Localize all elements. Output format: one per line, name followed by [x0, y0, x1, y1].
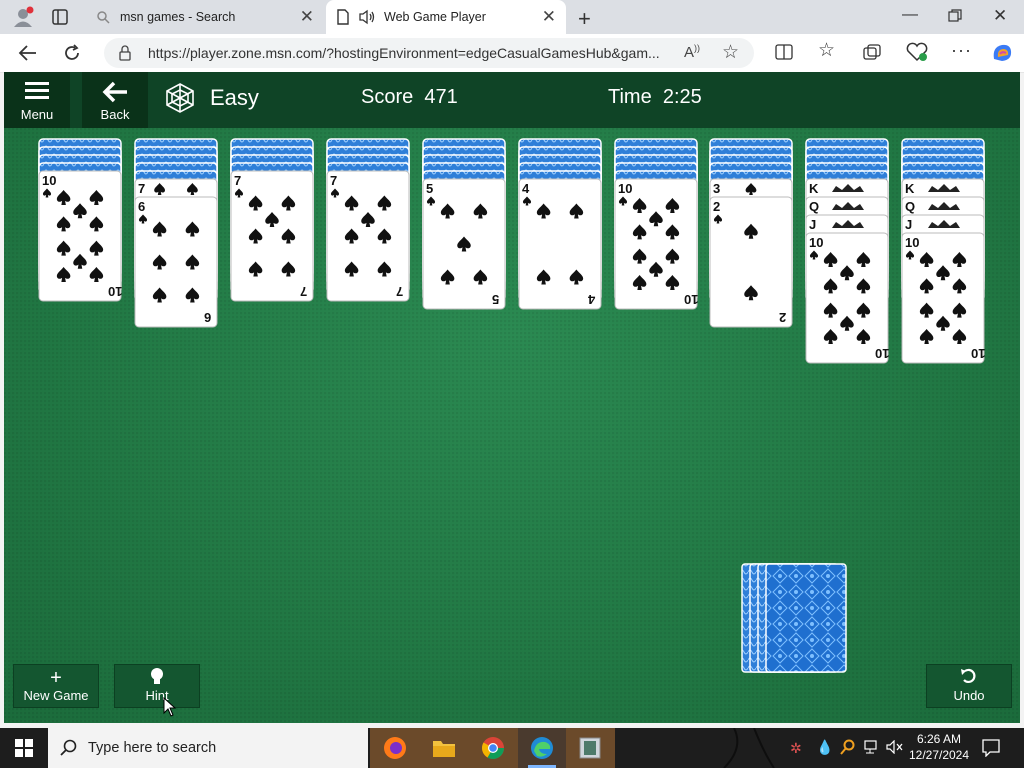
- close-window-icon[interactable]: ✕: [993, 6, 1007, 26]
- favorites-icon[interactable]: ☆: [818, 39, 835, 62]
- browser-tab-strip: msn games - Search ✕ Web Game Player ✕ +…: [0, 0, 1024, 34]
- mouse-cursor-icon: [163, 696, 177, 722]
- clock-date: 12/27/2024: [908, 748, 970, 762]
- taskbar: Type here to search ✲ 💧 6:26 AM 12/27/20…: [0, 728, 1024, 768]
- hint-button[interactable]: Hint: [114, 664, 200, 708]
- taskbar-search-box[interactable]: Type here to search: [48, 728, 368, 768]
- collections-icon[interactable]: [863, 44, 881, 65]
- windows-start-icon[interactable]: [15, 739, 33, 762]
- plus-icon: +: [50, 667, 62, 689]
- url-text: https://player.zone.msn.com/?hostingEnvi…: [148, 45, 660, 61]
- edge-icon: [530, 736, 554, 765]
- tray-search-icon[interactable]: [840, 739, 856, 760]
- browser-essentials-icon[interactable]: [906, 42, 928, 67]
- tab-web-game-player[interactable]: Web Game Player ✕: [326, 0, 566, 34]
- game-app-icon: [578, 736, 602, 765]
- new-game-label: New Game: [23, 688, 89, 703]
- network-icon[interactable]: [864, 740, 880, 759]
- tab-actions-icon[interactable]: [52, 9, 68, 30]
- favorite-star-icon[interactable]: ☆: [722, 41, 739, 64]
- volume-muted-icon[interactable]: [886, 739, 904, 759]
- search-icon: [60, 739, 78, 762]
- copilot-icon[interactable]: [990, 41, 1014, 70]
- back-arrow-icon[interactable]: [18, 43, 38, 68]
- firefox-icon[interactable]: [383, 736, 407, 765]
- url-field[interactable]: https://player.zone.msn.com/?hostingEnvi…: [104, 38, 754, 68]
- split-screen-icon[interactable]: [775, 44, 793, 65]
- tab-title: Web Game Player: [384, 10, 486, 24]
- edge-taskbar-button[interactable]: [518, 728, 566, 768]
- notifications-icon[interactable]: [982, 739, 1000, 762]
- undo-button[interactable]: Undo: [926, 664, 1012, 708]
- search-icon: [96, 10, 110, 27]
- taskbar-background-art: [723, 728, 775, 768]
- file-explorer-icon[interactable]: [432, 738, 456, 763]
- tab-msn-games-search[interactable]: msn games - Search ✕: [86, 0, 324, 34]
- undo-icon: [927, 667, 1011, 690]
- refresh-icon[interactable]: [62, 43, 82, 68]
- tab-title: msn games - Search: [120, 10, 236, 24]
- undo-label: Undo: [953, 688, 985, 703]
- clock[interactable]: 6:26 AM 12/27/2024: [908, 731, 970, 763]
- close-tab-icon[interactable]: ✕: [300, 7, 314, 27]
- minimize-icon[interactable]: —: [902, 6, 918, 24]
- speaker-icon[interactable]: [358, 9, 376, 28]
- new-game-button[interactable]: + New Game: [13, 664, 99, 708]
- restore-icon[interactable]: [948, 9, 962, 28]
- clock-time: 6:26 AM: [916, 732, 962, 746]
- search-placeholder: Type here to search: [88, 740, 217, 756]
- tray-network-app-icon[interactable]: ✲: [790, 740, 802, 757]
- address-bar-row: https://player.zone.msn.com/?hostingEnvi…: [0, 34, 1024, 73]
- more-options-icon[interactable]: ···: [951, 40, 972, 61]
- chrome-icon[interactable]: [481, 736, 505, 765]
- tray-drop-icon[interactable]: 💧: [816, 739, 833, 756]
- stock-card[interactable]: [765, 563, 847, 673]
- game-taskbar-button[interactable]: [566, 728, 614, 768]
- profile-icon[interactable]: [12, 6, 34, 33]
- new-tab-icon[interactable]: +: [578, 6, 591, 32]
- game-area: Menu Back Easy Score 471 Time 2:25 10 10…: [4, 72, 1020, 723]
- lock-icon[interactable]: [118, 45, 132, 66]
- read-aloud-icon[interactable]: A)): [684, 43, 700, 61]
- close-tab-icon[interactable]: ✕: [542, 7, 556, 27]
- stock-pile[interactable]: [4, 72, 1020, 723]
- page-icon: [336, 9, 350, 28]
- hint-label: Hint: [145, 688, 169, 703]
